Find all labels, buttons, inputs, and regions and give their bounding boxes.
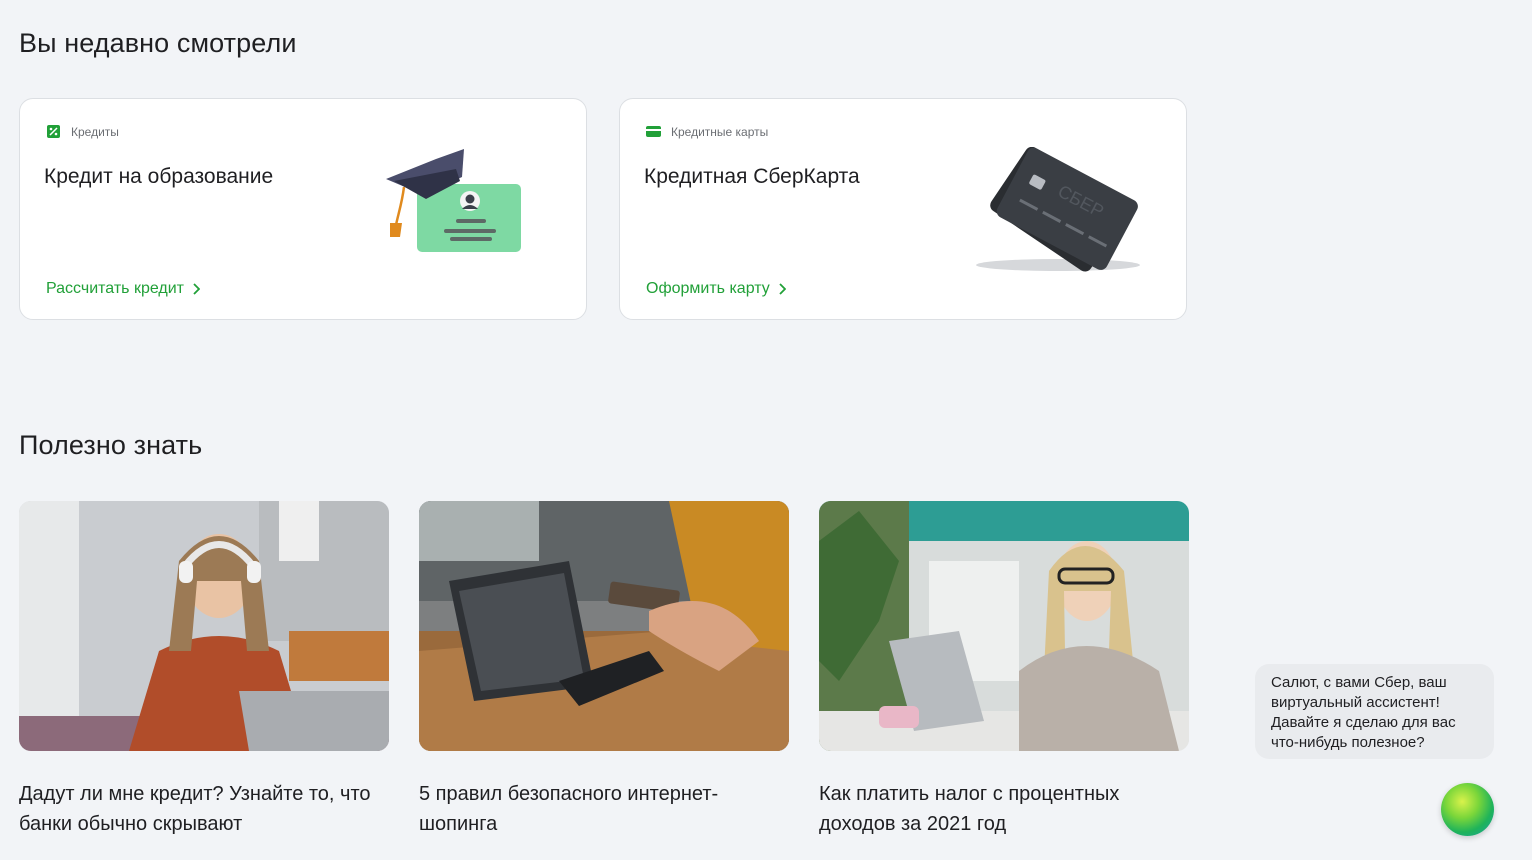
article-title[interactable]: Как платить налог с процентных доходов з… — [819, 779, 1179, 839]
article-photo-woman-headphones — [19, 501, 389, 751]
article-card[interactable]: Дадут ли мне кредит? Узнайте то, что бан… — [19, 501, 389, 839]
recent-card-education-loan[interactable]: Кредиты Кредит на образование Рассчитать… — [19, 98, 587, 320]
article-photo-tablet-payment — [419, 501, 789, 751]
cta-label: Оформить карту — [646, 280, 770, 297]
card-title: Кредит на образование — [44, 165, 274, 188]
card-category: Кредиты — [46, 124, 119, 139]
apply-card-link[interactable]: Оформить карту — [646, 280, 786, 298]
article-title[interactable]: Дадут ли мне кредит? Узнайте то, что бан… — [19, 779, 379, 839]
card-category-label: Кредиты — [71, 124, 119, 139]
graduation-id-illustration — [376, 143, 546, 268]
recent-section-title: Вы недавно смотрели — [19, 28, 297, 58]
sbercard-illustration: СБЕР — [966, 146, 1146, 282]
article-card[interactable]: 5 правил безопасного интернет-шопинга — [419, 501, 789, 839]
calculate-loan-link[interactable]: Рассчитать кредит — [46, 280, 200, 298]
article-photo-woman-laptop-cafe — [819, 501, 1189, 751]
card-category: Кредитные карты — [646, 124, 768, 139]
recent-card-credit-card[interactable]: Кредитные карты Кредитная СберКарта СБЕР… — [619, 98, 1187, 320]
card-title: Кредитная СберКарта — [644, 165, 860, 188]
percent-icon — [46, 124, 61, 139]
assistant-greeting-bubble[interactable]: Салют, с вами Сбер, ваш виртуальный асси… — [1255, 664, 1494, 759]
virtual-assistant-button[interactable] — [1441, 783, 1494, 836]
card-icon — [646, 124, 661, 139]
useful-section-title: Полезно знать — [19, 430, 203, 460]
card-category-label: Кредитные карты — [671, 124, 769, 139]
cta-label: Рассчитать кредит — [46, 280, 184, 297]
article-card[interactable]: Как платить налог с процентных доходов з… — [819, 501, 1189, 839]
article-title[interactable]: 5 правил безопасного интернет-шопинга — [419, 779, 779, 839]
chevron-right-icon — [779, 283, 786, 295]
chevron-right-icon — [193, 283, 200, 295]
